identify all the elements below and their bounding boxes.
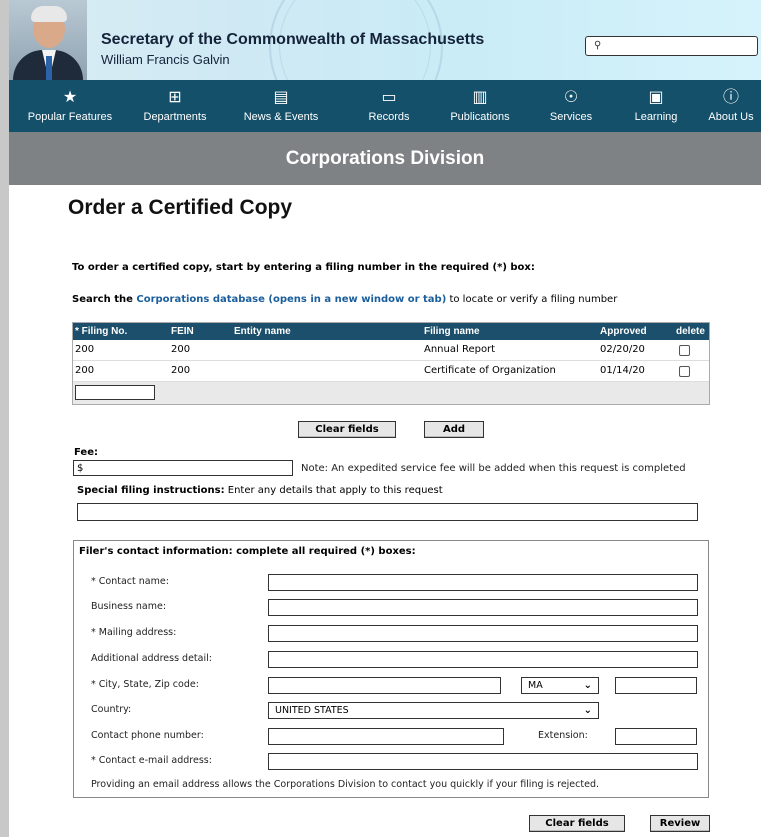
table-row: 200 200 Annual Report 02/20/20 — [73, 340, 709, 361]
country-select[interactable]: UNITED STATES ⌄ — [268, 702, 599, 719]
nav-popular-features[interactable]: ★ Popular Features — [23, 80, 117, 132]
nav-learning[interactable]: ▣ Learning — [624, 80, 688, 132]
phone-label: Contact phone number: — [91, 730, 204, 741]
contact-name-label: * Contact name: — [91, 576, 169, 587]
email-input[interactable] — [268, 753, 698, 770]
nav-services[interactable]: ☉ Services — [539, 80, 603, 132]
zip-input[interactable] — [615, 677, 697, 694]
extension-label: Extension: — [538, 730, 588, 741]
contact-section-title: Filer's contact information: complete al… — [79, 546, 416, 557]
corporations-database-link[interactable]: Corporations database (opens in a new wi… — [136, 294, 446, 305]
delete-checkbox[interactable] — [679, 345, 690, 356]
phone-input[interactable] — [268, 728, 504, 745]
col-filing-no: * Filing No. — [75, 326, 128, 337]
new-filing-number-input[interactable] — [75, 385, 155, 400]
search-database-line: Search the Corporations database (opens … — [72, 294, 618, 305]
col-filing-name: Filing name — [424, 326, 480, 337]
country-label: Country: — [91, 704, 132, 715]
nav-departments[interactable]: ⊞ Departments — [134, 80, 216, 132]
nav-publications[interactable]: ▥ Publications — [439, 80, 521, 132]
search-icon: ⚲ — [594, 40, 602, 51]
contact-info-section: Filer's contact information: complete al… — [73, 540, 709, 798]
special-instructions-label: Special filing instructions: Enter any d… — [77, 485, 443, 496]
email-note: Providing an email address allows the Co… — [91, 779, 599, 790]
hand-service-icon: ☉ — [563, 87, 579, 106]
secretary-portrait — [9, 0, 87, 80]
left-edge-bar — [0, 0, 9, 837]
open-book-icon: ▥ — [472, 87, 488, 106]
city-input[interactable] — [268, 677, 501, 694]
col-approved: Approved — [600, 326, 647, 337]
division-banner: Corporations Division — [9, 132, 761, 185]
site-title[interactable]: Secretary of the Commonwealth of Massach… — [101, 31, 484, 49]
additional-address-label: Additional address detail: — [91, 653, 212, 664]
info-icon: ⓘ — [722, 87, 739, 106]
site-subtitle: William Francis Galvin — [101, 52, 230, 67]
city-state-zip-label: * City, State, Zip code: — [91, 679, 199, 690]
nav-news-events[interactable]: ▤ News & Events — [237, 80, 325, 132]
add-button[interactable]: Add — [424, 421, 484, 438]
col-fein: FEIN — [171, 326, 194, 337]
col-delete: delete — [676, 326, 705, 337]
fee-field[interactable]: $ — [73, 460, 293, 476]
star-icon: ★ — [62, 87, 78, 106]
table-header-row: * Filing No. FEIN Entity name Filing nam… — [73, 323, 709, 340]
page-title: Order a Certified Copy — [68, 196, 293, 219]
archive-box-icon: ▭ — [381, 87, 397, 106]
fee-note: Note: An expedited service fee will be a… — [301, 463, 686, 474]
col-entity-name: Entity name — [234, 326, 291, 337]
clear-fields-button[interactable]: Clear fields — [298, 421, 396, 438]
intro-text: To order a certified copy, start by ente… — [72, 262, 535, 273]
filings-table: * Filing No. FEIN Entity name Filing nam… — [72, 322, 710, 405]
mailing-address-input[interactable] — [268, 625, 698, 642]
site-header: Secretary of the Commonwealth of Massach… — [9, 0, 761, 80]
email-label: * Contact e-mail address: — [91, 755, 212, 766]
chevron-down-icon: ⌄ — [583, 680, 592, 691]
new-filing-row — [73, 382, 709, 404]
special-instructions-input[interactable] — [77, 503, 698, 521]
table-row: 200 200 Certificate of Organization 01/1… — [73, 361, 709, 382]
mailing-address-label: * Mailing address: — [91, 627, 177, 638]
main-nav: ★ Popular Features ⊞ Departments ▤ News … — [9, 80, 761, 132]
chevron-down-icon: ⌄ — [583, 705, 592, 716]
newspaper-icon: ▤ — [273, 87, 289, 106]
business-name-input[interactable] — [268, 599, 698, 616]
fee-label: Fee: — [74, 447, 98, 458]
nav-records[interactable]: ▭ Records — [354, 80, 424, 132]
additional-address-input[interactable] — [268, 651, 698, 668]
extension-input[interactable] — [615, 728, 697, 745]
site-search-input[interactable]: ⚲ — [585, 36, 758, 56]
business-name-label: Business name: — [91, 601, 167, 612]
delete-checkbox[interactable] — [679, 366, 690, 377]
clear-fields-bottom-button[interactable]: Clear fields — [529, 815, 625, 832]
org-chart-icon: ⊞ — [168, 87, 182, 106]
nav-about-us[interactable]: ⓘ About Us — [703, 80, 759, 132]
certificate-icon: ▣ — [648, 87, 664, 106]
review-button[interactable]: Review — [650, 815, 710, 832]
state-select[interactable]: MA ⌄ — [521, 677, 599, 694]
contact-name-input[interactable] — [268, 574, 698, 591]
